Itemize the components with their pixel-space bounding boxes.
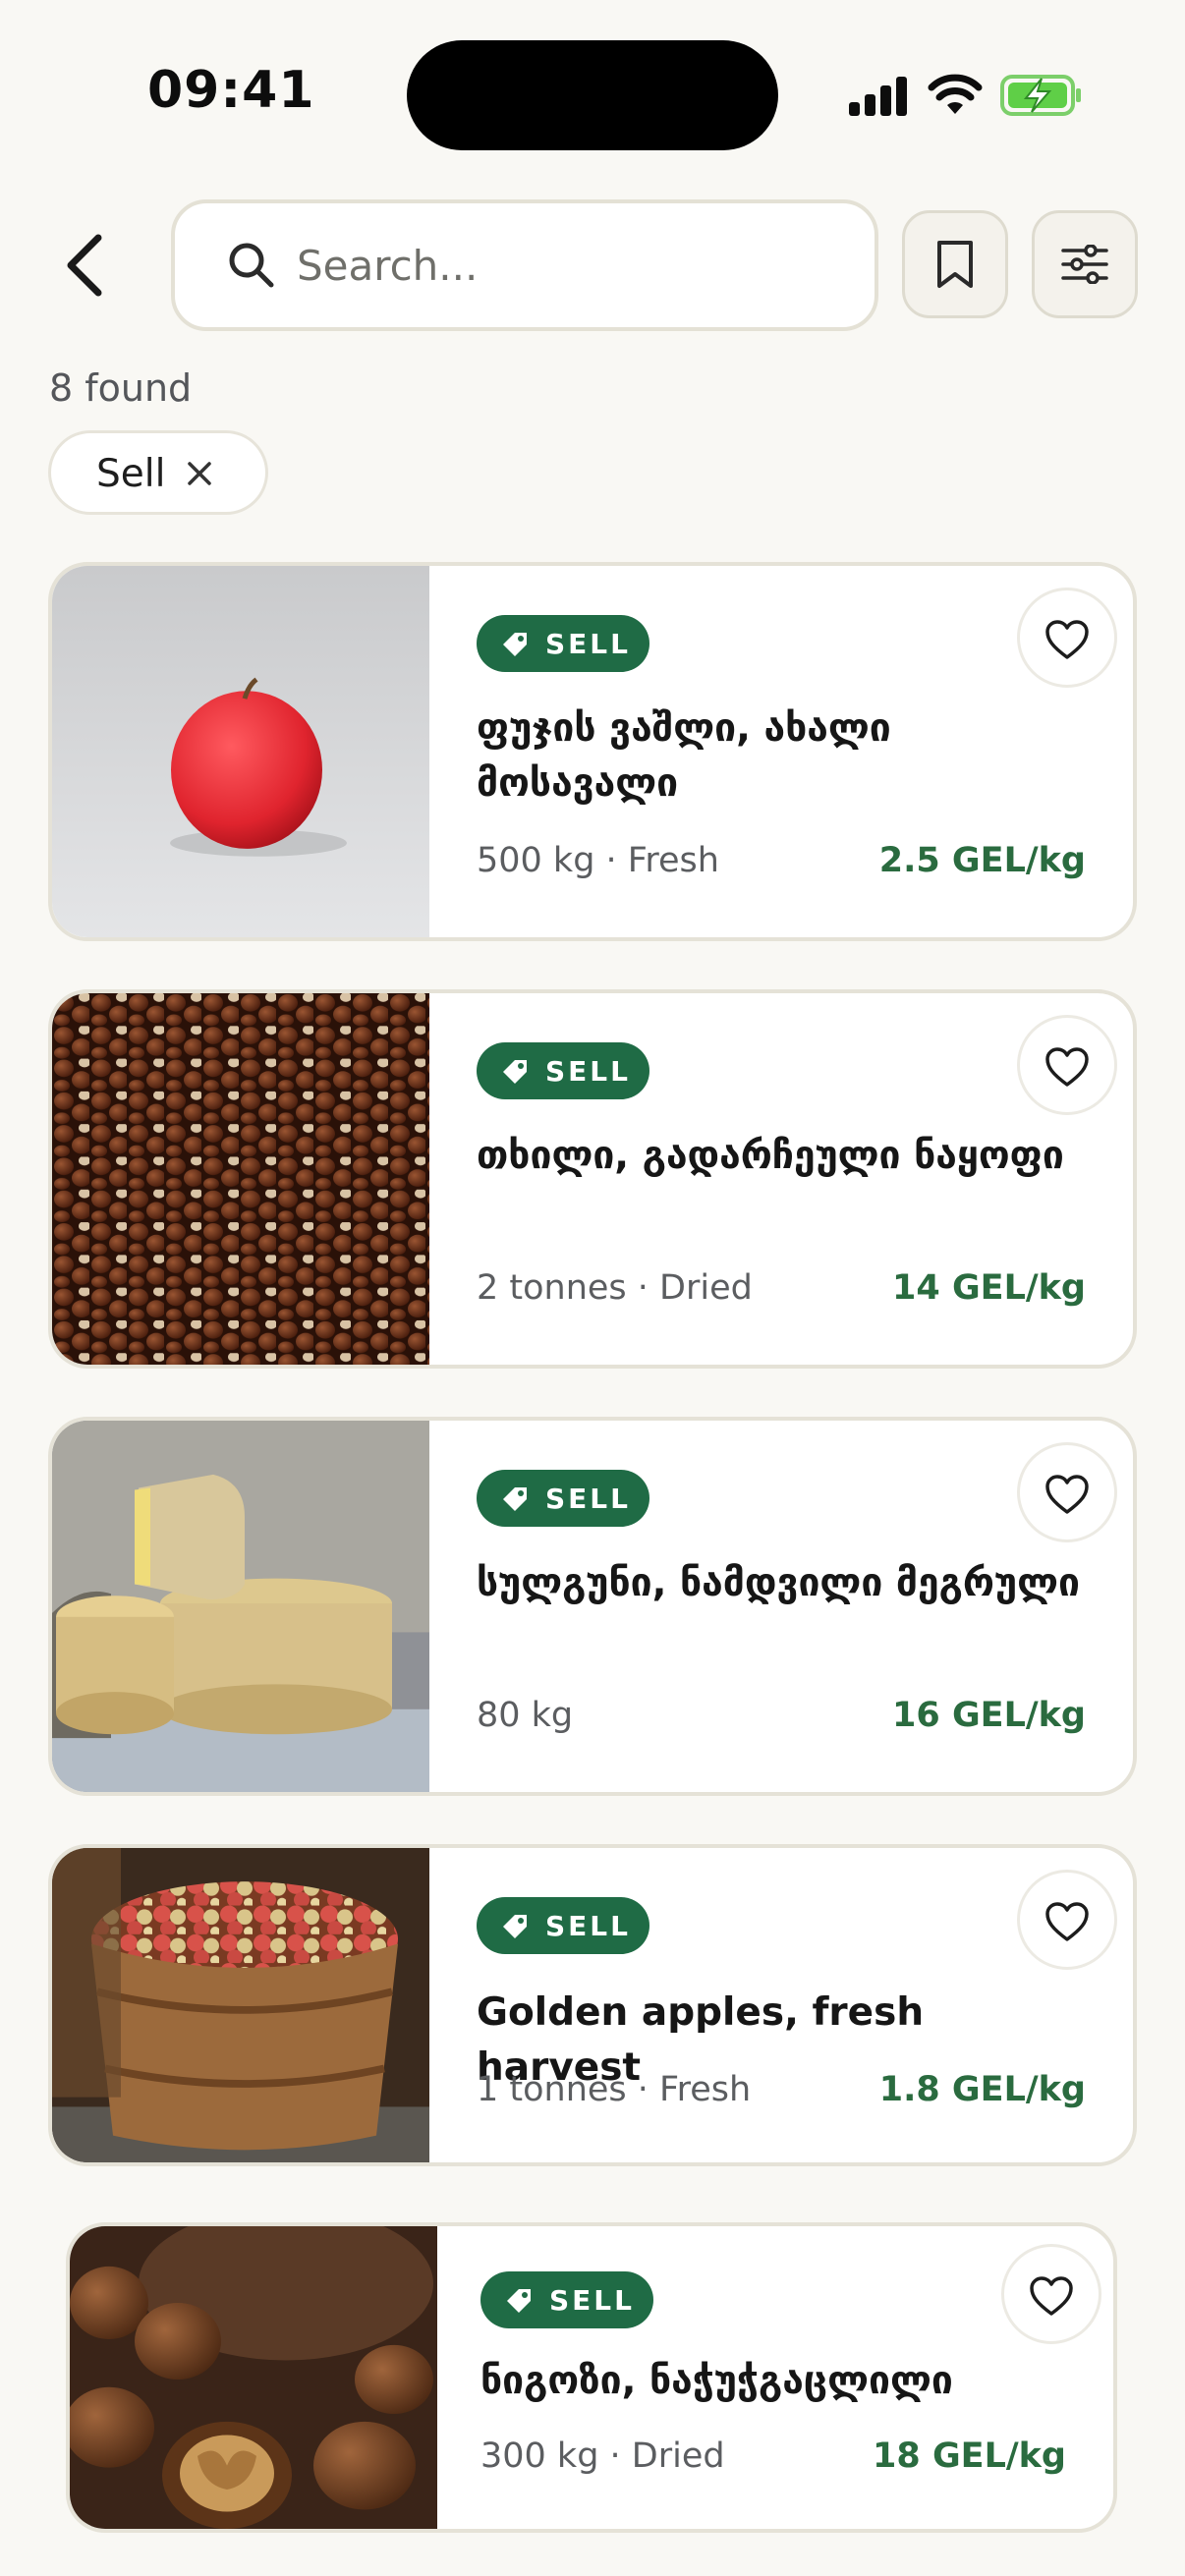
tag-icon [503, 1060, 527, 1084]
search-icon [229, 243, 274, 288]
search-box[interactable] [171, 199, 878, 331]
sell-badge: SELL [477, 1042, 649, 1099]
badge-label: SELL [545, 628, 631, 660]
badge-label: SELL [545, 1483, 631, 1515]
favorite-button[interactable] [1001, 2244, 1101, 2344]
favorite-button[interactable] [1017, 1870, 1117, 1970]
listing-price: 14 GEL/kg [892, 1268, 1086, 1308]
listing-title: ნიგოზი, ნაჭუჭგაცლილი [480, 2359, 953, 2403]
listing-price: 2.5 GEL/kg [878, 841, 1086, 880]
badge-label: SELL [545, 1055, 631, 1088]
search-input[interactable] [297, 233, 847, 298]
badge-label: SELL [545, 1910, 631, 1942]
tag-icon [503, 633, 527, 656]
dynamic-island [407, 40, 778, 150]
listing-card[interactable]: SELL თხილი, გადარჩეული ნაყოფი 2 tonnes ·… [48, 989, 1137, 1369]
sell-badge: SELL [480, 2271, 653, 2328]
listing-image [52, 993, 429, 1365]
listing-meta: 300 kg · Dried [480, 2436, 725, 2476]
sell-badge: SELL [477, 615, 649, 672]
badge-label: SELL [549, 2284, 635, 2317]
listing-card[interactable]: SELL სულგუნი, ნამდვილი მეგრული 80 kg 16 … [48, 1417, 1137, 1796]
heart-icon [1045, 1902, 1089, 1941]
status-time: 09:41 [147, 61, 315, 120]
saved-bookmark-button[interactable] [902, 210, 1008, 318]
heart-icon [1045, 1047, 1089, 1087]
listing-price: 16 GEL/kg [892, 1696, 1086, 1735]
heart-icon [1045, 1475, 1089, 1514]
chevron-left-icon [67, 234, 102, 297]
tag-icon [503, 1487, 527, 1511]
filter-chip-label: Sell [96, 452, 166, 496]
tag-icon [503, 1915, 527, 1938]
sell-badge: SELL [477, 1470, 649, 1527]
close-icon[interactable] [185, 459, 214, 488]
back-button[interactable] [57, 226, 112, 305]
status-bar: 09:41 [0, 0, 1185, 187]
battery-charging-icon [1000, 75, 1081, 116]
cellular-signal-icon [849, 77, 907, 116]
listing-card[interactable]: SELL ფუჯის ვაშლი, ახალი მოსავალი 500 kg … [48, 562, 1137, 941]
listing-meta: 1 tonnes · Fresh [477, 2070, 752, 2109]
favorite-button[interactable] [1017, 588, 1117, 688]
filter-chip-sell[interactable]: Sell [48, 430, 268, 515]
results-count: 8 found [49, 366, 193, 410]
bookmark-icon [937, 241, 973, 288]
favorite-button[interactable] [1017, 1442, 1117, 1542]
listing-image [70, 2226, 437, 2529]
listing-title: ფუჯის ვაშლი, ახალი მოსავალი [477, 706, 891, 806]
wifi-icon [928, 74, 983, 114]
listing-meta: 500 kg · Fresh [477, 841, 719, 880]
listing-card[interactable]: SELL ნიგოზი, ნაჭუჭგაცლილი 300 kg · Dried… [66, 2222, 1117, 2533]
listing-title: თხილი, გადარჩეული ნაყოფი [477, 1134, 1064, 1178]
sliders-icon [1061, 245, 1108, 284]
listing-image [52, 1421, 429, 1792]
favorite-button[interactable] [1017, 1015, 1117, 1115]
listing-price: 1.8 GEL/kg [878, 2070, 1086, 2109]
tag-icon [507, 2289, 531, 2313]
listing-price: 18 GEL/kg [873, 2436, 1066, 2476]
heart-icon [1045, 620, 1089, 659]
listing-image [52, 1848, 429, 2162]
heart-icon [1030, 2276, 1073, 2316]
sell-badge: SELL [477, 1897, 649, 1954]
listing-meta: 2 tonnes · Dried [477, 1268, 753, 1308]
listing-meta: 80 kg [477, 1696, 574, 1735]
listing-image [52, 566, 429, 937]
filters-button[interactable] [1032, 210, 1138, 318]
listing-card[interactable]: SELL Golden apples, fresh harvest 1 tonn… [48, 1844, 1137, 2166]
listing-title: სულგუნი, ნამდვილი მეგრული [477, 1561, 1080, 1605]
